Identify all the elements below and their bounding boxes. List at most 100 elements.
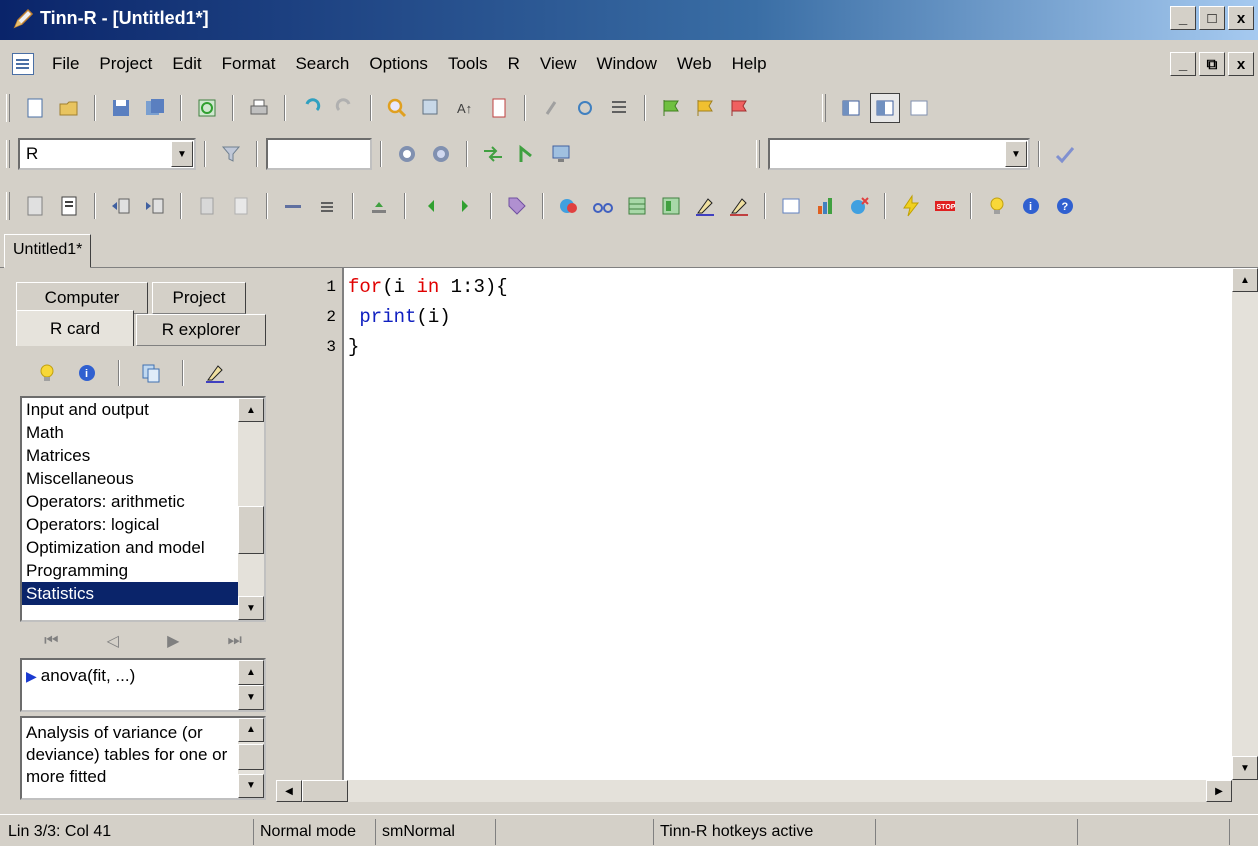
new-file-icon[interactable]: [20, 93, 50, 123]
title-bar[interactable]: Tinn-R - [Untitled1*] _ □ x: [0, 0, 1258, 40]
tag-icon[interactable]: [502, 191, 532, 221]
menu-help[interactable]: Help: [722, 54, 777, 74]
toolbar-grip[interactable]: [6, 94, 10, 122]
list-item[interactable]: Math: [22, 421, 264, 444]
menu-project[interactable]: Project: [89, 54, 162, 74]
highlight-red-icon[interactable]: [724, 191, 754, 221]
undo-icon[interactable]: [296, 93, 326, 123]
save-icon[interactable]: [106, 93, 136, 123]
list-item[interactable]: Operators: arithmetic: [22, 490, 264, 513]
r-close-icon[interactable]: [844, 191, 874, 221]
function-scrollbar[interactable]: ▲ ▼: [238, 660, 264, 710]
menu-window[interactable]: Window: [586, 54, 666, 74]
function-item[interactable]: anova(fit, ...): [26, 666, 135, 686]
editor-vscrollbar[interactable]: ▲ ▼: [1232, 268, 1258, 780]
highlight-icon[interactable]: [690, 191, 720, 221]
layout-2-icon[interactable]: [870, 93, 900, 123]
toolbar-grip[interactable]: [6, 140, 10, 168]
scroll-down-icon[interactable]: ▼: [238, 685, 264, 710]
list-item[interactable]: Programming: [22, 559, 264, 582]
lightning-icon[interactable]: [896, 191, 926, 221]
line-icon[interactable]: [278, 191, 308, 221]
scroll-up-icon[interactable]: ▲: [1232, 268, 1258, 292]
save-all-icon[interactable]: [140, 93, 170, 123]
menu-edit[interactable]: Edit: [162, 54, 211, 74]
arrows-icon[interactable]: [478, 139, 508, 169]
code-line[interactable]: print(i): [348, 306, 450, 328]
menu-tools[interactable]: Tools: [438, 54, 498, 74]
window-icon[interactable]: [776, 191, 806, 221]
toolbar-grip[interactable]: [756, 140, 760, 168]
lightbulb-icon[interactable]: [982, 191, 1012, 221]
play-icon[interactable]: [426, 139, 456, 169]
code-line[interactable]: }: [348, 336, 359, 358]
syntax-combo[interactable]: R ▼: [18, 138, 196, 170]
monitor-icon[interactable]: [546, 139, 576, 169]
first-icon[interactable]: ⏮: [44, 632, 58, 650]
search-icon[interactable]: [382, 93, 412, 123]
tab-r-card[interactable]: R card: [16, 310, 134, 346]
prev-icon[interactable]: [416, 191, 446, 221]
scroll-down-icon[interactable]: ▼: [238, 774, 264, 798]
filter-icon[interactable]: [216, 139, 246, 169]
editor-hscrollbar[interactable]: ◀ ▶: [276, 780, 1232, 802]
r-connect-icon[interactable]: [554, 191, 584, 221]
close-button[interactable]: x: [1228, 6, 1254, 30]
history-combo[interactable]: ▼: [768, 138, 1030, 170]
refresh-icon[interactable]: [570, 93, 600, 123]
scroll-thumb[interactable]: [302, 780, 348, 802]
unindent-icon[interactable]: [140, 191, 170, 221]
info-icon[interactable]: i: [72, 358, 102, 388]
block2-icon[interactable]: [226, 191, 256, 221]
chevron-down-icon[interactable]: ▼: [1005, 141, 1027, 167]
code-line[interactable]: for(i in 1:3){: [348, 276, 508, 298]
scroll-down-icon[interactable]: ▼: [1232, 756, 1258, 780]
send-icon[interactable]: [364, 191, 394, 221]
category-list[interactable]: Input and output Math Matrices Miscellan…: [20, 396, 266, 622]
table-icon[interactable]: [622, 191, 652, 221]
scroll-right-icon[interactable]: ▶: [1206, 780, 1232, 802]
glasses-icon[interactable]: [588, 191, 618, 221]
record-icon[interactable]: [392, 139, 422, 169]
open-folder-icon[interactable]: [54, 93, 84, 123]
lines-icon[interactable]: [312, 191, 342, 221]
highlight-icon[interactable]: [200, 358, 230, 388]
menu-format[interactable]: Format: [212, 54, 286, 74]
description-scrollbar[interactable]: ▲ ▼: [238, 718, 264, 798]
spell-check-icon[interactable]: [1050, 139, 1080, 169]
chevron-down-icon[interactable]: ▼: [171, 141, 193, 167]
menu-r[interactable]: R: [498, 54, 530, 74]
clip-icon[interactable]: [536, 93, 566, 123]
scroll-down-icon[interactable]: ▼: [238, 596, 264, 620]
lightbulb-icon[interactable]: [32, 358, 62, 388]
last-icon[interactable]: ⏭: [228, 632, 242, 650]
block-icon[interactable]: [192, 191, 222, 221]
grid-icon[interactable]: [656, 191, 686, 221]
list-icon[interactable]: [604, 93, 634, 123]
minimize-button[interactable]: _: [1170, 6, 1196, 30]
tab-project[interactable]: Project: [152, 282, 246, 314]
menu-view[interactable]: View: [530, 54, 587, 74]
branch-icon[interactable]: [512, 139, 542, 169]
function-list[interactable]: anova(fit, ...) ▲ ▼: [20, 658, 266, 712]
scroll-up-icon[interactable]: ▲: [238, 398, 264, 422]
next-icon[interactable]: ▶: [167, 631, 179, 651]
copy-icon[interactable]: [136, 358, 166, 388]
comment-icon[interactable]: [20, 191, 50, 221]
next-icon[interactable]: [450, 191, 480, 221]
list-item[interactable]: Miscellaneous: [22, 467, 264, 490]
reload-icon[interactable]: [192, 93, 222, 123]
scroll-up-icon[interactable]: ▲: [238, 660, 264, 685]
mdi-minimize-button[interactable]: _: [1170, 52, 1196, 76]
layout-3-icon[interactable]: [904, 93, 934, 123]
goto-icon[interactable]: A↑: [450, 93, 480, 123]
menu-options[interactable]: Options: [359, 54, 438, 74]
toolbar-grip[interactable]: [6, 192, 10, 220]
code-area[interactable]: for(i in 1:3){ print(i) }: [342, 268, 1232, 780]
toolbar-grip[interactable]: [822, 94, 826, 122]
help-icon[interactable]: ?: [1050, 191, 1080, 221]
code-editor[interactable]: 1 2 3 for(i in 1:3){ print(i) } ▲ ▼ ◀ ▶: [276, 268, 1258, 802]
document-icon[interactable]: [12, 53, 34, 75]
scroll-thumb[interactable]: [238, 744, 264, 770]
info-icon[interactable]: i: [1016, 191, 1046, 221]
